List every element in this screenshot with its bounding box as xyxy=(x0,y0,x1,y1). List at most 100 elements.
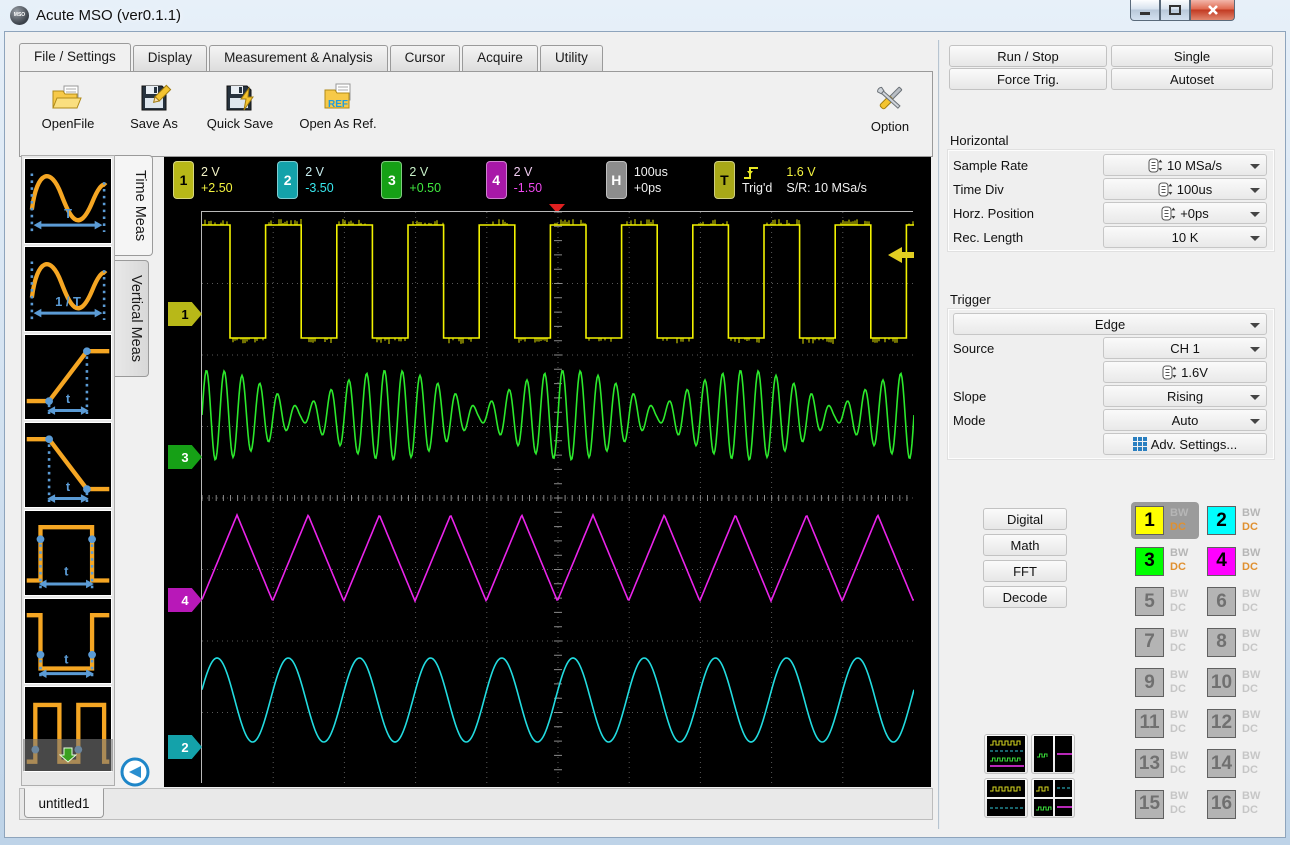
channel-1-readout[interactable]: 12 V+2.50 xyxy=(164,161,268,199)
channel-11-color-square: 11 xyxy=(1135,709,1164,738)
channel-15-dc-label: DC xyxy=(1170,804,1188,818)
horizontal-horz-position-control[interactable]: +0ps xyxy=(1103,202,1267,224)
channel-4-volts-per-div: 2 V xyxy=(514,164,543,180)
layout-four-panes-button[interactable] xyxy=(1031,778,1075,818)
channel-2-dc-label: DC xyxy=(1242,521,1260,535)
channel-2-position-marker[interactable]: 2 xyxy=(168,735,202,759)
channel-5-dc-label: DC xyxy=(1170,602,1188,616)
svg-text:t: t xyxy=(64,563,69,578)
tab-utility[interactable]: Utility xyxy=(540,45,603,72)
channel-1-position-marker[interactable]: 1 xyxy=(168,302,202,326)
measurement-tabs: Time Meas Vertical Meas xyxy=(115,155,159,381)
horizontal-readout[interactable]: H100us+0ps xyxy=(597,161,705,199)
svg-text:t: t xyxy=(64,651,69,666)
channel-3-enable-button[interactable]: 3BWDC xyxy=(1131,543,1199,580)
math-button[interactable]: Math xyxy=(983,534,1067,556)
channel-13-enable-button[interactable]: 13BWDC xyxy=(1131,745,1199,782)
quick-save-button[interactable]: Quick Save xyxy=(198,82,282,131)
period-measure-icon[interactable]: T xyxy=(24,158,112,244)
channel-3-volts-per-div: 2 V xyxy=(409,164,441,180)
maximize-button[interactable] xyxy=(1160,0,1190,21)
open-as-ref-button[interactable]: REFOpen As Ref. xyxy=(290,82,386,131)
channel-1-dc-label: DC xyxy=(1170,521,1188,535)
scope-plot[interactable]: 1342 xyxy=(201,211,913,783)
channel-16-bw-label: BW xyxy=(1242,790,1260,804)
channel-3-position-marker[interactable]: 3 xyxy=(168,445,202,469)
digital-button[interactable]: Digital xyxy=(983,508,1067,530)
channel-7-dc-label: DC xyxy=(1170,642,1188,656)
horizontal-groupbox: Sample Rate10 MSa/sTime Div100usHorz. Po… xyxy=(948,150,1274,251)
run-stop-button[interactable]: Run / Stop xyxy=(949,45,1107,67)
channel-12-color-square: 12 xyxy=(1207,709,1236,738)
force-trig-button[interactable]: Force Trig. xyxy=(949,68,1107,90)
channel-4-readout[interactable]: 42 V-1.50 xyxy=(477,161,581,199)
svg-text:t: t xyxy=(66,479,71,494)
channel-2-badge: 2 xyxy=(277,161,298,199)
tab-acquire[interactable]: Acquire xyxy=(462,45,538,72)
single-button[interactable]: Single xyxy=(1111,45,1273,67)
horizontal-sample-rate-control[interactable]: 10 MSa/s xyxy=(1103,154,1267,176)
channel-4-position-marker[interactable]: 4 xyxy=(168,588,202,612)
trigger-source-control[interactable]: CH 1 xyxy=(1103,337,1267,359)
tab-measurement-analysis[interactable]: Measurement & Analysis xyxy=(209,45,388,72)
negative-width-measure-icon[interactable]: t xyxy=(24,598,112,684)
channel-5-enable-button[interactable]: 5BWDC xyxy=(1131,583,1199,620)
channel-8-dc-label: DC xyxy=(1242,642,1260,656)
frequency-measure-icon[interactable]: 1 / T xyxy=(24,246,112,332)
layout-two-horizontal-panes-button[interactable] xyxy=(984,778,1028,818)
channel-9-enable-button[interactable]: 9BWDC xyxy=(1131,664,1199,701)
rise-time-measure-icon[interactable]: t xyxy=(24,334,112,420)
tab-display[interactable]: Display xyxy=(133,45,207,72)
channel-15-enable-button[interactable]: 15BWDC xyxy=(1131,786,1199,823)
openfile-button[interactable]: OpenFile xyxy=(26,82,110,131)
svg-text:1 / T: 1 / T xyxy=(55,294,81,309)
fft-button[interactable]: FFT xyxy=(983,560,1067,582)
channel-10-enable-button[interactable]: 10BWDC xyxy=(1203,664,1271,701)
save-as-button[interactable]: Save As xyxy=(112,82,196,131)
channel-14-enable-button[interactable]: 14BWDC xyxy=(1203,745,1271,782)
tab-vertical-meas[interactable]: Vertical Meas xyxy=(115,260,149,377)
fall-time-measure-icon[interactable]: t xyxy=(24,422,112,508)
trigger-readout[interactable]: TTrig'd1.6 VS/R: 10 MSa/s xyxy=(705,161,931,199)
channel-16-enable-button[interactable]: 16BWDC xyxy=(1203,786,1271,823)
horizontal-rec-length-control[interactable]: 10 K xyxy=(1103,226,1267,248)
channel-9-color-square: 9 xyxy=(1135,668,1164,697)
trigger-1-6v-control[interactable]: 1.6V xyxy=(1103,361,1267,383)
trigger-adv-settings-control[interactable]: Adv. Settings... xyxy=(1103,433,1267,455)
collapse-sidebar-button[interactable] xyxy=(119,756,151,788)
channel-8-enable-button[interactable]: 8BWDC xyxy=(1203,624,1271,661)
document-tab-untitled1[interactable]: untitled1 xyxy=(24,788,104,818)
channel-6-enable-button[interactable]: 6BWDC xyxy=(1203,583,1271,620)
channel-7-enable-button[interactable]: 7BWDC xyxy=(1131,624,1199,661)
channel-12-bw-label: BW xyxy=(1242,709,1260,723)
channel-4-enable-button[interactable]: 4BWDC xyxy=(1203,543,1271,580)
layout-two-vertical-panes-button[interactable] xyxy=(1031,734,1075,774)
positive-width-measure-icon[interactable]: t xyxy=(24,510,112,596)
channel-2-enable-button[interactable]: 2BWDC xyxy=(1203,502,1271,539)
layout-single-pane-button[interactable] xyxy=(984,734,1028,774)
trigger-level: 1.6 V xyxy=(786,164,867,180)
option-button[interactable]: Option xyxy=(858,82,922,134)
horizontal-time-div-control[interactable]: 100us xyxy=(1103,178,1267,200)
tab-cursor[interactable]: Cursor xyxy=(390,45,461,72)
dropdown-arrow-icon xyxy=(1250,419,1260,424)
channel-11-enable-button[interactable]: 11BWDC xyxy=(1131,705,1199,742)
channel-1-enable-button[interactable]: 1BWDC xyxy=(1131,502,1199,539)
trigger-slope-control[interactable]: Rising xyxy=(1103,385,1267,407)
tab-file-settings[interactable]: File / Settings xyxy=(19,43,131,71)
channel-3-readout[interactable]: 32 V+0.50 xyxy=(372,161,476,199)
autoset-button[interactable]: Autoset xyxy=(1111,68,1273,90)
scope-infobar: 12 V+2.5022 V-3.5032 V+0.5042 V-1.50 H100… xyxy=(164,157,931,203)
decode-button[interactable]: Decode xyxy=(983,586,1067,608)
channel-5-bw-label: BW xyxy=(1170,588,1188,602)
measurement-scroll-down[interactable] xyxy=(23,739,113,771)
tab-time-meas[interactable]: Time Meas xyxy=(115,155,153,256)
trigger-mode-control[interactable]: Auto xyxy=(1103,409,1267,431)
scope-display: 12 V+2.5022 V-3.5032 V+0.5042 V-1.50 H100… xyxy=(164,157,931,787)
scope-plot-svg xyxy=(202,212,914,784)
close-button[interactable] xyxy=(1190,0,1235,21)
channel-2-readout[interactable]: 22 V-3.50 xyxy=(268,161,372,199)
minimize-button[interactable] xyxy=(1130,0,1160,21)
channel-12-enable-button[interactable]: 12BWDC xyxy=(1203,705,1271,742)
trigger-edge-control[interactable]: Edge xyxy=(953,313,1267,335)
